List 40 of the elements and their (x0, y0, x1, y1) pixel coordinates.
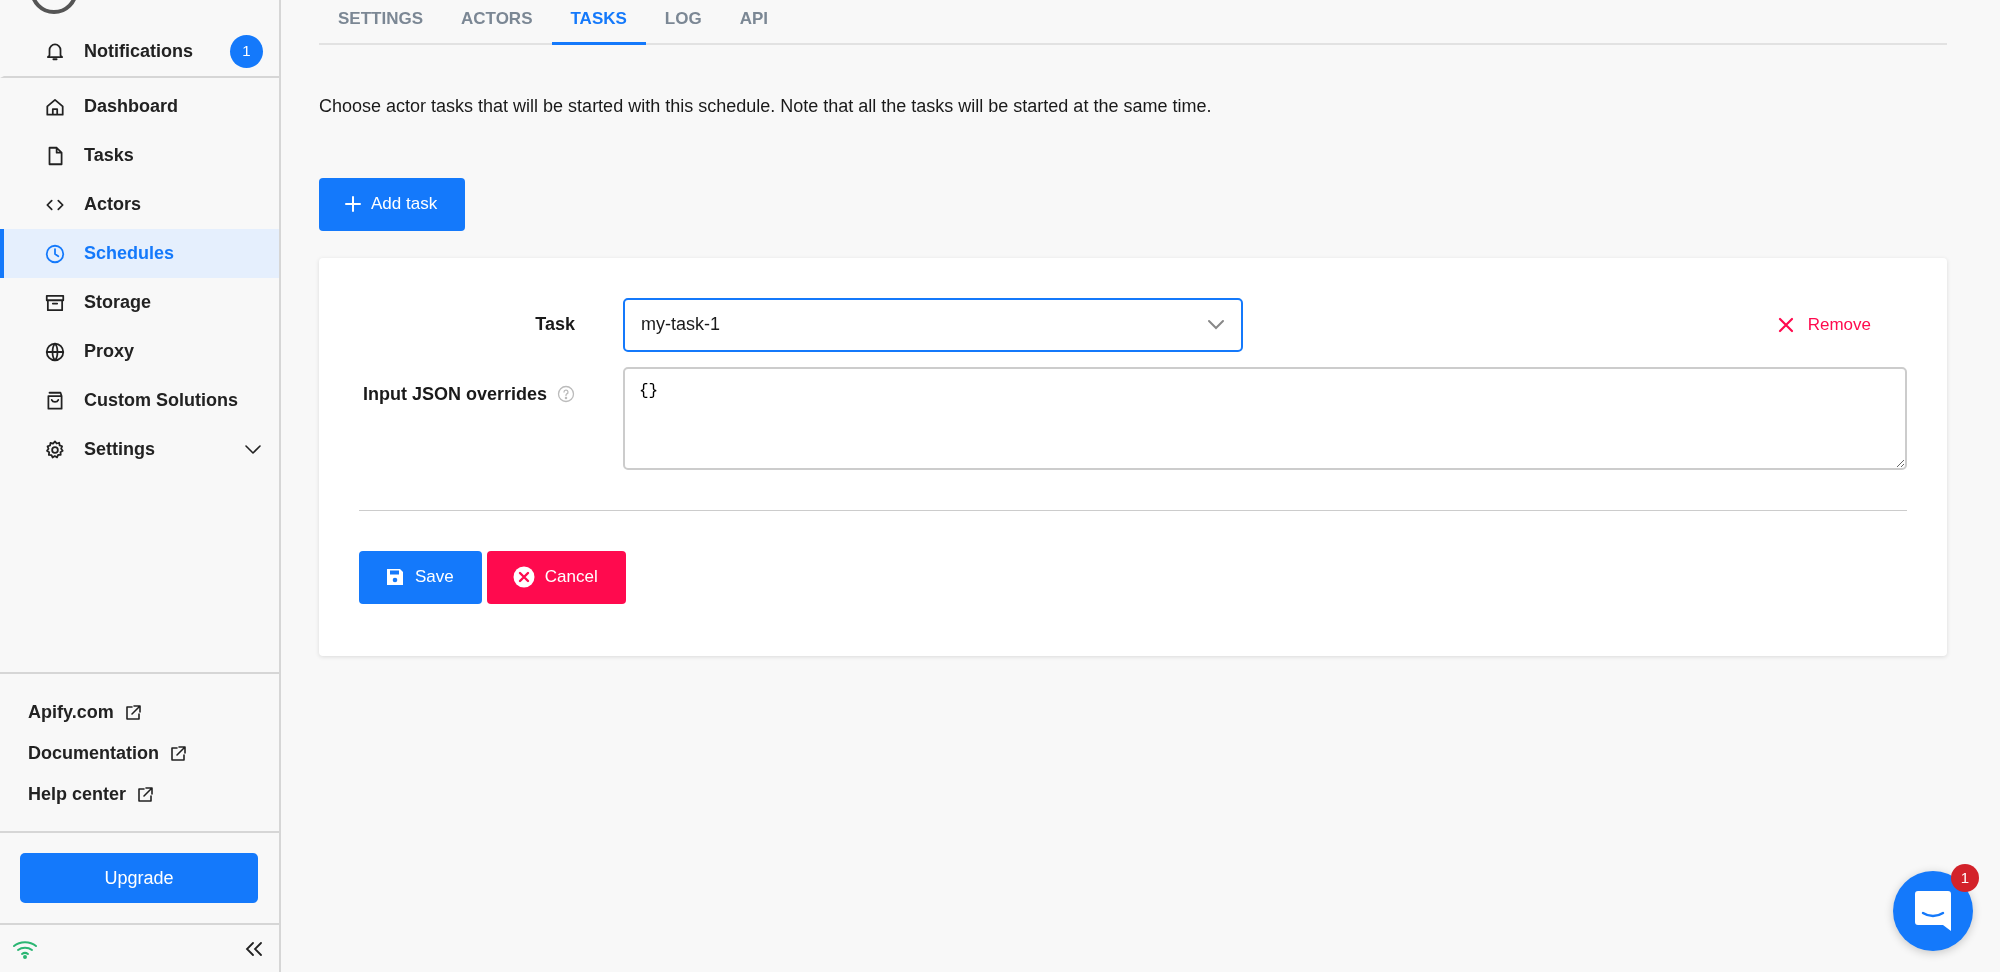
tab[interactable]: TASKS (551, 0, 646, 45)
add-task-button[interactable]: Add task (319, 177, 466, 231)
external-link-icon (169, 744, 187, 763)
sidebar-item[interactable]: Storage (0, 278, 279, 327)
save-button[interactable]: Save (359, 550, 482, 604)
external-link[interactable]: Apify.com (28, 699, 142, 726)
plus-icon (345, 196, 361, 212)
task-select[interactable]: my-task-1 (623, 297, 1243, 352)
sidebar-item[interactable]: Custom Solutions (0, 376, 279, 425)
sidebar-item[interactable]: Settings (0, 425, 279, 474)
notifications-item[interactable]: Notifications 1 (0, 26, 279, 78)
globe-icon (44, 340, 66, 363)
close-icon (1777, 316, 1794, 333)
cancel-button[interactable]: Cancel (486, 550, 626, 604)
sidebar-item[interactable]: Schedules (0, 229, 279, 278)
chevron-down-icon (1207, 319, 1225, 330)
sidebar-item[interactable]: Dashboard (0, 82, 279, 131)
description-text: Choose actor tasks that will be started with this schedule. Note that all the tasks will be started at the same time. (319, 94, 1213, 118)
sidebar-item[interactable]: Tasks (0, 131, 279, 180)
remove-button[interactable]: Remove (1771, 310, 1877, 339)
sidebar-item[interactable]: Actors (0, 180, 279, 229)
chat-icon (1915, 891, 1951, 931)
collapse-icon[interactable] (245, 940, 263, 957)
json-input-field[interactable]: {} (623, 366, 1907, 470)
external-link[interactable]: Help center (28, 781, 155, 808)
external-link-icon (136, 785, 155, 804)
upgrade-button[interactable]: Upgrade (20, 853, 258, 903)
wifi-icon (12, 938, 38, 959)
external-link[interactable]: Documentation (28, 740, 187, 767)
close-circle-icon (512, 566, 535, 588)
selected-task: my-task-1 (641, 313, 720, 336)
task-label: Task (534, 313, 575, 336)
sidebar-item[interactable]: Proxy (0, 327, 279, 376)
chat-badge: 1 (1951, 864, 1979, 892)
external-link-icon (123, 703, 142, 722)
chat-button[interactable] (1893, 871, 1973, 951)
clock-icon (44, 242, 66, 265)
gear-icon (44, 438, 66, 461)
notification-count: 1 (230, 34, 263, 68)
input-label: Input JSON overrides (362, 382, 547, 406)
